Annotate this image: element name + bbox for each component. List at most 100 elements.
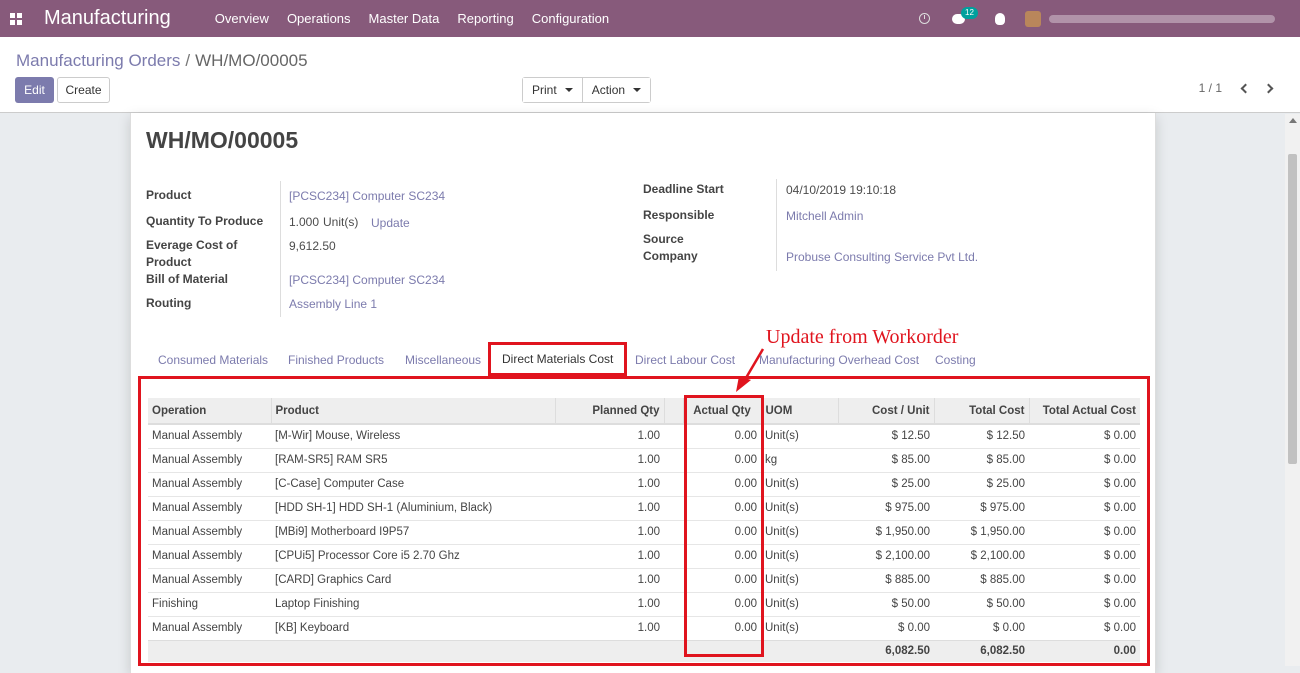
menu-operations[interactable]: Operations xyxy=(287,11,351,26)
cell-cost-unit: $ 0.00 xyxy=(838,615,934,640)
cell-product: [RAM-SR5] RAM SR5 xyxy=(271,447,555,472)
edit-button[interactable]: Edit xyxy=(15,77,54,103)
action-label: Action xyxy=(591,83,626,97)
cell-planned-qty: 1.00 xyxy=(555,567,664,592)
scroll-up-icon[interactable] xyxy=(1289,118,1297,123)
apps-grid-icon[interactable] xyxy=(10,12,22,25)
tab-consumed-materials[interactable]: Consumed Materials xyxy=(158,348,268,376)
cell-actual-qty: 0.00 xyxy=(683,591,761,616)
table-header-row: Operation Product Planned Qty Actual Qty… xyxy=(148,398,1140,425)
breadcrumb-parent[interactable]: Manufacturing Orders xyxy=(16,51,180,70)
cell-spacer xyxy=(664,615,683,640)
col-total-actual-cost[interactable]: Total Actual Cost xyxy=(1028,398,1140,425)
col-operation[interactable]: Operation xyxy=(148,398,271,425)
col-product[interactable]: Product xyxy=(270,398,555,425)
cell-spacer xyxy=(664,591,683,616)
scroll-thumb[interactable] xyxy=(1288,154,1297,464)
cell-cost-unit: $ 25.00 xyxy=(838,471,934,496)
table-row[interactable]: Manual Assembly [RAM-SR5] RAM SR5 1.00 0.00… xyxy=(148,447,1140,472)
cell-product: [M-Wir] Mouse, Wireless xyxy=(271,423,555,448)
qty-value: 1.000 xyxy=(289,215,320,229)
cell-total-actual-cost: $ 0.00 xyxy=(1029,615,1140,640)
avg-cost-value: 9,612.50 xyxy=(289,239,336,253)
col-total-cost[interactable]: Total Cost xyxy=(933,398,1029,425)
caret-down-icon xyxy=(564,88,573,92)
tab-direct-materials-cost[interactable]: Direct Materials Cost xyxy=(488,342,628,376)
page-scrollbar[interactable] xyxy=(1285,114,1300,666)
pager-value[interactable]: 1 / 1 xyxy=(1199,81,1222,95)
cell-operation: Finishing xyxy=(148,591,271,616)
table-row[interactable]: Manual Assembly [KB] Keyboard 1.00 0.00 Unit… xyxy=(148,615,1140,640)
user-avatar[interactable] xyxy=(1025,10,1041,27)
cell-total-actual-cost: $ 0.00 xyxy=(1029,423,1140,448)
menu-configuration[interactable]: Configuration xyxy=(532,11,609,26)
create-button[interactable]: Create xyxy=(57,77,110,103)
menu-master-data[interactable]: Master Data xyxy=(369,11,440,26)
menu-overview[interactable]: Overview xyxy=(215,11,269,26)
responsible-link[interactable]: Mitchell Admin xyxy=(786,209,863,223)
cell-planned-qty: 1.00 xyxy=(555,543,664,568)
deadline-value: 04/10/2019 19:10:18 xyxy=(786,183,897,197)
chevron-left-icon[interactable] xyxy=(1240,83,1251,93)
cell-planned-qty: 1.00 xyxy=(555,423,664,448)
chevron-right-icon[interactable] xyxy=(1263,83,1274,93)
source-company-link[interactable]: Probuse Consulting Service Pvt Ltd. xyxy=(786,250,978,264)
cell-total-cost: $ 85.00 xyxy=(934,447,1029,472)
cell-planned-qty: 1.00 xyxy=(555,471,664,496)
tab-direct-labour-cost[interactable]: Direct Labour Cost xyxy=(635,348,735,376)
col-actual-qty[interactable]: Actual Qty xyxy=(682,398,761,425)
routing-link[interactable]: Assembly Line 1 xyxy=(289,297,377,311)
footer-spacer xyxy=(148,639,838,662)
cell-total-actual-cost: $ 0.00 xyxy=(1029,543,1140,568)
user-menu-blurred[interactable] xyxy=(1049,14,1275,23)
cell-total-actual-cost: $ 0.00 xyxy=(1029,567,1140,592)
cell-total-cost: $ 12.50 xyxy=(934,423,1029,448)
control-panel: Manufacturing Orders / WH/MO/00005 Edit Cr… xyxy=(0,37,1300,113)
col-cost-unit[interactable]: Cost / Unit xyxy=(837,398,934,425)
col-planned-qty[interactable]: Planned Qty xyxy=(554,398,664,425)
table-row[interactable]: Manual Assembly [HDD SH-1] HDD SH-1 (Alum… xyxy=(148,495,1140,520)
cell-product: [KB] Keyboard xyxy=(271,615,555,640)
cell-uom: Unit(s) xyxy=(761,591,838,616)
breadcrumb: Manufacturing Orders / WH/MO/00005 xyxy=(16,51,308,71)
product-label: Product xyxy=(146,188,192,202)
chat-icon[interactable]: 12 xyxy=(952,6,978,24)
update-qty-link[interactable]: Update xyxy=(371,216,410,230)
cell-actual-qty: 0.00 xyxy=(683,447,761,472)
product-link[interactable]: [PCSC234] Computer SC234 xyxy=(289,189,445,203)
table-row[interactable]: Manual Assembly [CPUi5] Processor Core i5… xyxy=(148,543,1140,568)
cell-product: [HDD SH-1] HDD SH-1 (Aluminium, Black) xyxy=(271,495,555,520)
cell-operation: Manual Assembly xyxy=(148,615,271,640)
footer-total-actual-cost: 0.00 xyxy=(1029,639,1140,662)
activity-clock-icon[interactable] xyxy=(919,13,930,24)
app-title: Manufacturing xyxy=(44,7,171,29)
cell-spacer xyxy=(664,567,683,592)
cell-total-cost: $ 25.00 xyxy=(934,471,1029,496)
bom-link[interactable]: [PCSC234] Computer SC234 xyxy=(289,273,445,287)
table-row[interactable]: Manual Assembly [M-Wir] Mouse, Wireless 1.… xyxy=(148,423,1140,448)
cell-uom: Unit(s) xyxy=(761,543,838,568)
cell-total-cost: $ 50.00 xyxy=(934,591,1029,616)
direct-materials-table: Operation Product Planned Qty Actual Qty… xyxy=(148,398,1140,662)
debug-bug-icon[interactable] xyxy=(995,12,1005,25)
table-row[interactable]: Finishing Laptop Finishing 1.00 0.00 Unit(s)… xyxy=(148,591,1140,616)
tab-costing[interactable]: Costing xyxy=(935,348,976,376)
cell-total-cost: $ 0.00 xyxy=(934,615,1029,640)
print-action-group: Print Action xyxy=(522,77,652,103)
cell-planned-qty: 1.00 xyxy=(555,495,664,520)
tab-finished-products[interactable]: Finished Products xyxy=(288,348,384,376)
cell-cost-unit: $ 975.00 xyxy=(838,495,934,520)
table-row[interactable]: Manual Assembly [MBi9] Motherboard I9P57 1… xyxy=(148,519,1140,544)
table-row[interactable]: Manual Assembly [C-Case] Computer Case 1.0… xyxy=(148,471,1140,496)
print-dropdown[interactable]: Print xyxy=(523,78,582,102)
menu-reporting[interactable]: Reporting xyxy=(457,11,513,26)
col-uom[interactable]: UOM xyxy=(760,398,838,425)
tab-manufacturing-overhead-cost[interactable]: Manufacturing Overhead Cost xyxy=(759,348,919,376)
action-dropdown[interactable]: Action xyxy=(581,78,651,102)
cell-cost-unit: $ 12.50 xyxy=(838,423,934,448)
cell-operation: Manual Assembly xyxy=(148,423,271,448)
cell-uom: kg xyxy=(761,447,838,472)
table-row[interactable]: Manual Assembly [CARD] Graphics Card 1.00 0… xyxy=(148,567,1140,592)
tab-miscellaneous[interactable]: Miscellaneous xyxy=(405,348,481,376)
cell-spacer xyxy=(664,519,683,544)
